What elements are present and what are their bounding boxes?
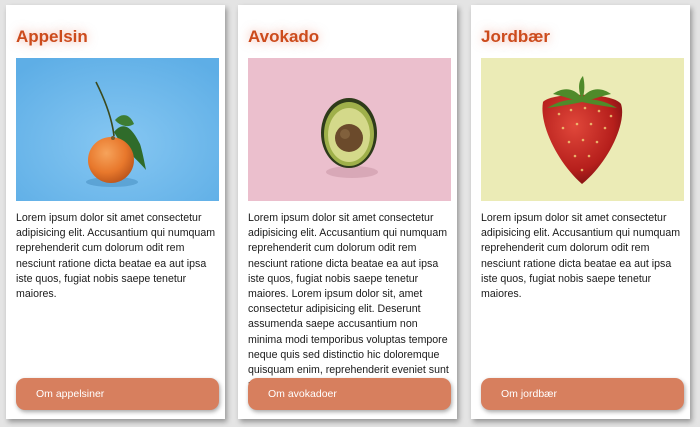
strawberry-icon bbox=[481, 58, 684, 201]
card-title: Appelsin bbox=[16, 27, 88, 46]
fruit-card-strawberry: Jordbær Lorem ipsum dolor sit amet conse… bbox=[471, 5, 690, 419]
card-description: Lorem ipsum dolor sit amet consectetur a… bbox=[16, 212, 216, 301]
strawberry-image bbox=[481, 58, 684, 201]
avocado-image bbox=[248, 58, 451, 201]
about-avocados-button[interactable]: Om avokadoer bbox=[248, 378, 451, 410]
fruit-card-avocado: Avokado Lorem ipsum dolor sit amet conse… bbox=[238, 5, 457, 419]
about-strawberries-button[interactable]: Om jordbær bbox=[481, 378, 684, 410]
orange-icon bbox=[16, 58, 219, 201]
card-description: Lorem ipsum dolor sit amet consectetur a… bbox=[248, 212, 449, 391]
avocado-icon bbox=[248, 58, 451, 201]
card-title: Avokado bbox=[248, 27, 320, 46]
orange-image bbox=[16, 58, 219, 201]
about-oranges-button[interactable]: Om appelsiner bbox=[16, 378, 219, 410]
card-title: Jordbær bbox=[481, 27, 550, 46]
card-description: Lorem ipsum dolor sit amet consectetur a… bbox=[481, 212, 681, 301]
fruit-card-orange: Appelsin Lorem ipsum dolor sit amet cons… bbox=[6, 5, 225, 419]
